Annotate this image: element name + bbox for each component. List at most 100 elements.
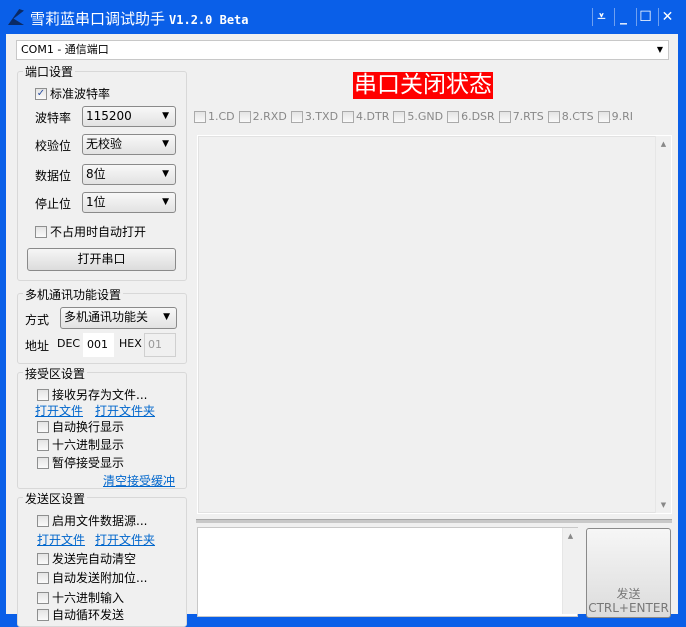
scroll-up-icon[interactable]: ▲: [656, 140, 671, 148]
file-source-checkbox[interactable]: 启用文件数据源...: [37, 512, 147, 529]
append-bits-checkbox[interactable]: 自动发送附加位...: [37, 569, 147, 586]
checkbox-icon: [498, 110, 511, 123]
scroll-up-icon[interactable]: ▲: [563, 532, 578, 540]
checkbox-icon: [194, 110, 206, 123]
checkbox-icon: [447, 110, 460, 123]
pin-label: 5.GND: [407, 110, 444, 123]
checkbox-icon: [37, 552, 49, 565]
select-value: 8位: [86, 167, 106, 181]
pin-status-row: 1.CD 2.RXD 3.TXD 4.DTR 5.GND 6.DSR 7.RTS 8.CTS 9…: [194, 110, 633, 123]
pause-display-checkbox[interactable]: 暂停接受显示: [37, 454, 124, 471]
checkbox-label: 不占用时自动打开: [50, 225, 147, 239]
auto-open-checkbox[interactable]: 不占用时自动打开: [35, 223, 146, 240]
select-value: 多机通讯功能关: [64, 310, 149, 324]
send-open-file-link[interactable]: 打开文件: [37, 531, 85, 548]
databits-select[interactable]: 8位 ▼: [82, 164, 176, 185]
chevron-down-icon: ▼: [162, 139, 169, 149]
select-value: 1位: [86, 195, 106, 209]
save-to-file-checkbox[interactable]: 接收另存为文件...: [37, 386, 147, 403]
checkbox-icon: [37, 514, 49, 527]
chevron-down-icon: ▼: [162, 111, 169, 121]
pin-7-rts-checkbox[interactable]: 7.RTS: [498, 110, 544, 123]
checkbox-label: 十六进制显示: [52, 438, 125, 452]
hex-input-checkbox[interactable]: 十六进制输入: [37, 589, 124, 606]
auto-clear-checkbox[interactable]: 发送完自动清空: [37, 550, 136, 567]
checkbox-icon: [37, 591, 49, 604]
clear-receive-link[interactable]: 清空接受缓冲: [103, 472, 175, 489]
mode-select[interactable]: 多机通讯功能关 ▼: [60, 307, 177, 329]
receive-open-file-link[interactable]: 打开文件: [35, 402, 83, 419]
checkbox-icon: [547, 110, 560, 123]
pin-3-txd-checkbox[interactable]: 3.TXD: [290, 110, 338, 123]
hex-label: HEX: [119, 337, 142, 350]
auto-wrap-checkbox[interactable]: 自动换行显示: [37, 418, 124, 435]
checkbox-icon: [290, 110, 303, 123]
send-button[interactable]: 发送 CTRL+ENTER: [586, 528, 671, 618]
receive-scrollbar[interactable]: ▲ ▼: [655, 136, 671, 513]
chevron-down-icon: ▼: [162, 197, 169, 207]
send-open-folder-link[interactable]: 打开文件夹: [95, 531, 155, 548]
maximize-button[interactable]: ☐: [636, 8, 654, 26]
checkbox-icon: [393, 110, 406, 123]
pin-5-gnd-checkbox[interactable]: 5.GND: [393, 110, 443, 123]
checkbox-label: 启用文件数据源...: [52, 514, 148, 528]
checkbox-label: 发送完自动清空: [52, 552, 137, 566]
pin-label: 6.DSR: [461, 110, 495, 123]
pin-label: 7.RTS: [512, 110, 544, 123]
port-status-label: 串口关闭状态: [353, 72, 493, 99]
receive-textarea[interactable]: [197, 135, 672, 514]
close-button[interactable]: ✕: [658, 8, 676, 26]
pin-label: 9.RI: [611, 110, 634, 123]
title-bar[interactable]: 雪莉蓝串口调试助手 V1.2.0 Beta ⩡ _ ☐ ✕: [0, 0, 686, 34]
pin-label: 8.CTS: [561, 110, 594, 123]
pin-2-rxd-checkbox[interactable]: 2.RXD: [238, 110, 287, 123]
checkbox-icon: [37, 388, 49, 401]
pin-4-dtr-checkbox[interactable]: 4.DTR: [342, 110, 389, 123]
splitter-handle[interactable]: [196, 519, 672, 523]
minimize-button[interactable]: _: [614, 8, 632, 26]
menu-button[interactable]: ⩡: [592, 8, 610, 26]
send-settings-title: 发送区设置: [23, 490, 88, 507]
standard-baud-checkbox[interactable]: ✓ 标准波特率: [35, 85, 110, 102]
chevron-down-icon: ▼: [162, 169, 169, 179]
port-select[interactable]: COM1 - 通信端口 ▼: [16, 40, 669, 60]
checkbox-icon: [37, 438, 49, 451]
hex-address-input[interactable]: 01: [144, 333, 176, 357]
databits-label: 数据位: [35, 169, 72, 183]
parity-label: 校验位: [35, 139, 72, 153]
checkbox-icon: [238, 110, 251, 123]
checkbox-icon: [37, 608, 49, 621]
pin-6-dsr-checkbox[interactable]: 6.DSR: [447, 110, 495, 123]
pin-label: 4.DTR: [356, 110, 390, 123]
checkbox-icon: [37, 420, 49, 433]
multi-settings-title: 多机通讯功能设置: [23, 286, 124, 303]
receive-settings-title: 接受区设置: [23, 365, 88, 382]
send-shortcut-label: CTRL+ENTER: [588, 601, 669, 615]
checkbox-icon: [342, 110, 355, 123]
select-value: 无校验: [86, 137, 123, 151]
loop-send-checkbox[interactable]: 自动循环发送: [37, 606, 124, 623]
dec-address-input[interactable]: 001: [83, 333, 114, 357]
checkbox-label: 自动换行显示: [52, 420, 125, 434]
checkbox-checked-icon: ✓: [35, 87, 47, 100]
chevron-down-icon: ▼: [163, 312, 170, 322]
send-textarea[interactable]: [197, 527, 578, 617]
pin-9-ri-checkbox[interactable]: 9.RI: [597, 110, 634, 123]
pin-8-cts-checkbox[interactable]: 8.CTS: [547, 110, 594, 123]
stopbits-select[interactable]: 1位 ▼: [82, 192, 176, 213]
chevron-down-icon: ▼: [656, 45, 663, 54]
select-value: 115200: [86, 109, 132, 123]
pin-label: 2.RXD: [252, 110, 287, 123]
parity-select[interactable]: 无校验 ▼: [82, 134, 176, 155]
hex-display-checkbox[interactable]: 十六进制显示: [37, 436, 124, 453]
window-title: 雪莉蓝串口调试助手: [30, 10, 166, 28]
scroll-down-icon[interactable]: ▼: [656, 501, 671, 509]
send-scrollbar[interactable]: ▲: [562, 528, 578, 614]
send-button-label: 发送: [616, 587, 641, 601]
open-port-button[interactable]: 打开串口: [27, 248, 176, 271]
baud-select[interactable]: 115200 ▼: [82, 106, 176, 127]
pin-1-cd-checkbox[interactable]: 1.CD: [194, 110, 235, 123]
dec-label: DEC: [57, 337, 81, 350]
app-logo-icon: [8, 9, 24, 25]
receive-open-folder-link[interactable]: 打开文件夹: [95, 402, 155, 419]
